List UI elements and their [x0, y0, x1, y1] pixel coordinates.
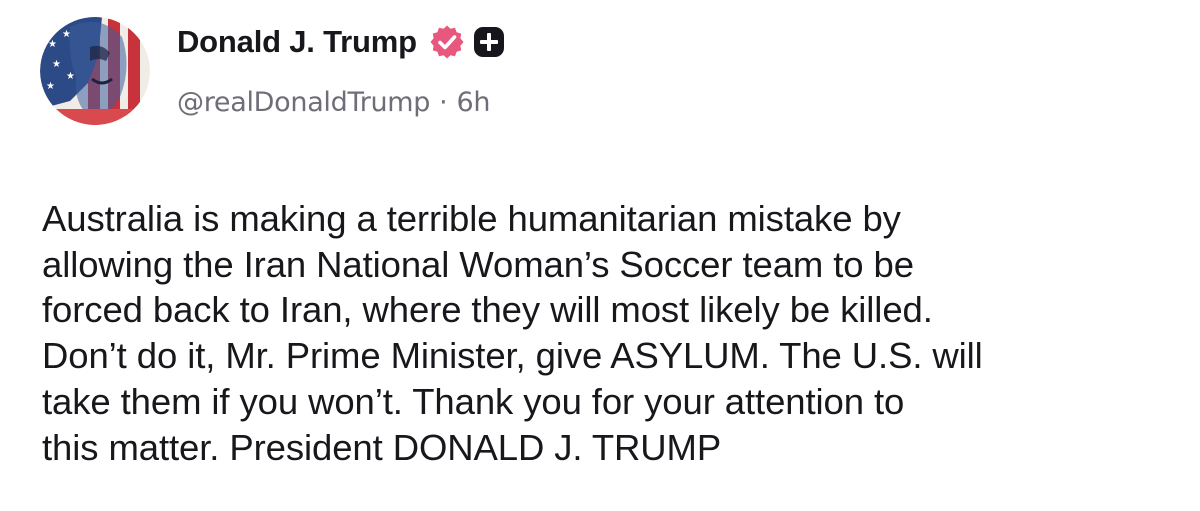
verified-badge-icon	[429, 24, 465, 60]
author-name-row: Donald J. Trump	[177, 20, 505, 64]
avatar-image: ★ ★ ★ ★ ★	[40, 17, 150, 125]
post-card: ★ ★ ★ ★ ★ Donald J. Trump @realDonaldTru…	[0, 0, 1200, 511]
author-display-name[interactable]: Donald J. Trump	[177, 24, 417, 60]
meta-separator: ·	[439, 86, 448, 118]
post-text: Australia is making a terrible humanitar…	[42, 198, 983, 468]
svg-text:★: ★	[66, 71, 75, 82]
author-meta-row: @realDonaldTrump · 6h	[177, 80, 490, 124]
author-handle[interactable]: @realDonaldTrump	[177, 87, 430, 118]
svg-text:★: ★	[46, 81, 55, 92]
profile-avatar[interactable]: ★ ★ ★ ★ ★	[40, 17, 150, 125]
plus-badge-icon	[473, 26, 505, 58]
post-timestamp[interactable]: 6h	[456, 87, 490, 118]
svg-text:★: ★	[52, 59, 61, 70]
svg-text:★: ★	[48, 39, 57, 50]
